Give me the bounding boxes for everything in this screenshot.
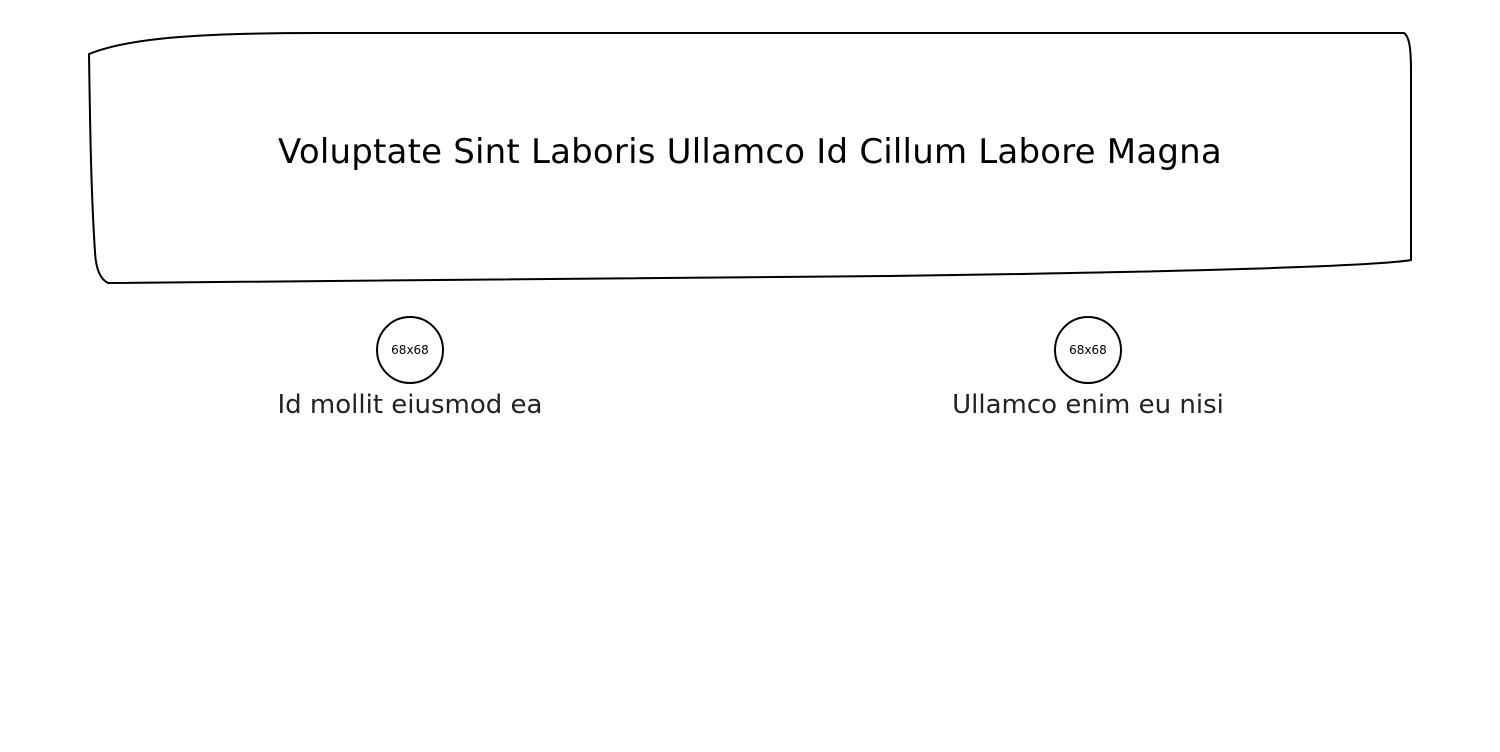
feature-item: 68x68 Id mollit eiusmod ea xyxy=(200,316,620,422)
feature-label: Ullamco enim eu nisi xyxy=(952,390,1224,420)
avatar-placeholder: 68x68 xyxy=(376,316,444,384)
feature-label: Id mollit eiusmod ea xyxy=(277,390,543,420)
avatar-size-label: 68x68 xyxy=(1069,343,1107,357)
avatar-placeholder: 68x68 xyxy=(1054,316,1122,384)
banner-title: Voluptate Sint Laboris Ullamco Id Cillum… xyxy=(278,132,1222,172)
avatar-size-label: 68x68 xyxy=(391,343,429,357)
hero-banner: Voluptate Sint Laboris Ullamco Id Cillum… xyxy=(88,32,1412,284)
feature-item: 68x68 Ullamco enim eu nisi xyxy=(878,316,1298,422)
